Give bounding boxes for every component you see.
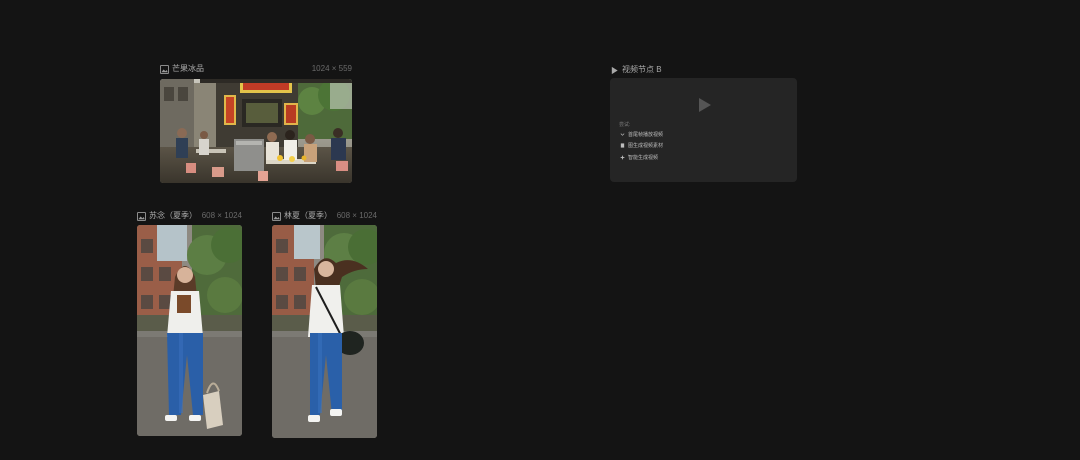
image-node-portrait-2[interactable]: 林夏（夏季） 608 × 1024 xyxy=(272,210,377,438)
node-title: 苏念（夏季） xyxy=(149,211,197,220)
video-card[interactable]: 尝试: 首尾帧播放视频 图生成视频素材 智能生成视频 xyxy=(610,78,797,182)
node-header: 视频节点 B xyxy=(610,64,797,76)
node-title: 林夏（夏季） xyxy=(284,211,332,220)
node-header: 林夏（夏季） 608 × 1024 xyxy=(272,210,377,222)
node-dimensions: 1024 × 559 xyxy=(311,64,352,73)
action-image-to-video[interactable]: 图生成视频素材 xyxy=(620,142,663,149)
portrait-image-1[interactable] xyxy=(137,225,242,436)
action-first-last-frame[interactable]: 首尾帧播放视频 xyxy=(620,131,663,138)
image-node-street[interactable]: 芒果冰品 1024 × 559 xyxy=(160,63,352,183)
image-node-portrait-1[interactable]: 苏念（夏季） 608 × 1024 xyxy=(137,210,242,436)
image-icon xyxy=(272,211,281,221)
video-node[interactable]: 视频节点 B 尝试: 首尾帧播放视频 图生成视频素材 智能生成视频 xyxy=(610,64,797,184)
play-icon[interactable] xyxy=(698,97,712,113)
node-title: 视频节点 B xyxy=(622,65,662,74)
node-dimensions: 608 × 1024 xyxy=(201,211,242,220)
action-smart-generate[interactable]: 智能生成视频 xyxy=(620,154,658,161)
portrait-image-2[interactable] xyxy=(272,225,377,438)
node-header: 芒果冰品 1024 × 559 xyxy=(160,63,352,75)
suggestions-label: 尝试: xyxy=(619,122,631,128)
chevron-down-icon xyxy=(620,133,625,136)
sparkle-icon xyxy=(620,155,625,160)
image-icon xyxy=(160,64,169,74)
play-icon xyxy=(611,66,618,74)
node-header: 苏念（夏季） 608 × 1024 xyxy=(137,210,242,222)
node-title: 芒果冰品 xyxy=(172,64,204,73)
action-label: 首尾帧播放视频 xyxy=(628,132,664,138)
street-scene-image[interactable] xyxy=(160,79,352,183)
action-label: 图生成视频素材 xyxy=(628,143,664,149)
node-dimensions: 608 × 1024 xyxy=(336,211,377,220)
document-icon xyxy=(620,143,625,148)
image-icon xyxy=(137,211,146,221)
action-label: 智能生成视频 xyxy=(628,155,659,161)
